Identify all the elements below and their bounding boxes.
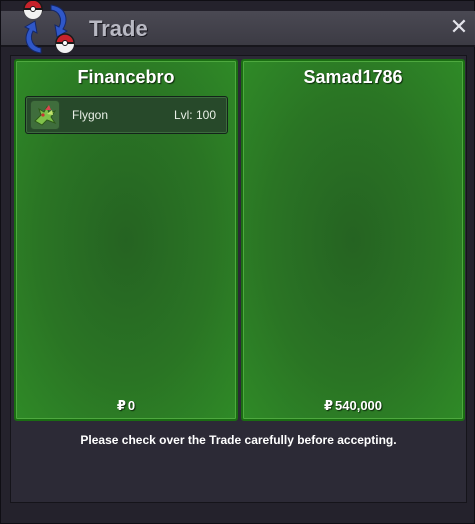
window-title: Trade (89, 16, 148, 41)
trade-swap-icon (23, 1, 75, 54)
right-money: ₽540,000 (243, 398, 463, 414)
trade-window: Trade ✕ Financebro Flygon Lvl: 100 ₽0 Sa… (0, 0, 475, 524)
trade-item-slot[interactable]: Flygon Lvl: 100 (25, 96, 228, 134)
pokedollar-icon: ₽ (116, 398, 126, 413)
left-money: ₽0 (16, 398, 236, 414)
pokemon-level: Lvl: 100 (173, 108, 216, 122)
their-offer-panel[interactable]: Samad1786 ₽540,000 (241, 59, 465, 421)
left-player-name: Financebro (77, 67, 175, 87)
close-icon[interactable]: ✕ (448, 15, 470, 39)
trade-notice: Please check over the Trade carefully be… (80, 433, 397, 447)
pokedollar-icon: ₽ (323, 398, 334, 413)
flygon-sprite-icon (30, 100, 60, 130)
right-money-value: 540,000 (335, 398, 383, 413)
pokemon-name: Flygon (72, 108, 109, 122)
right-player-name: Samad1786 (303, 67, 403, 87)
your-offer-panel[interactable]: Financebro Flygon Lvl: 100 ₽0 (14, 59, 238, 421)
left-money-value: 0 (127, 398, 136, 413)
flygon-sprite-glyph (34, 105, 57, 126)
